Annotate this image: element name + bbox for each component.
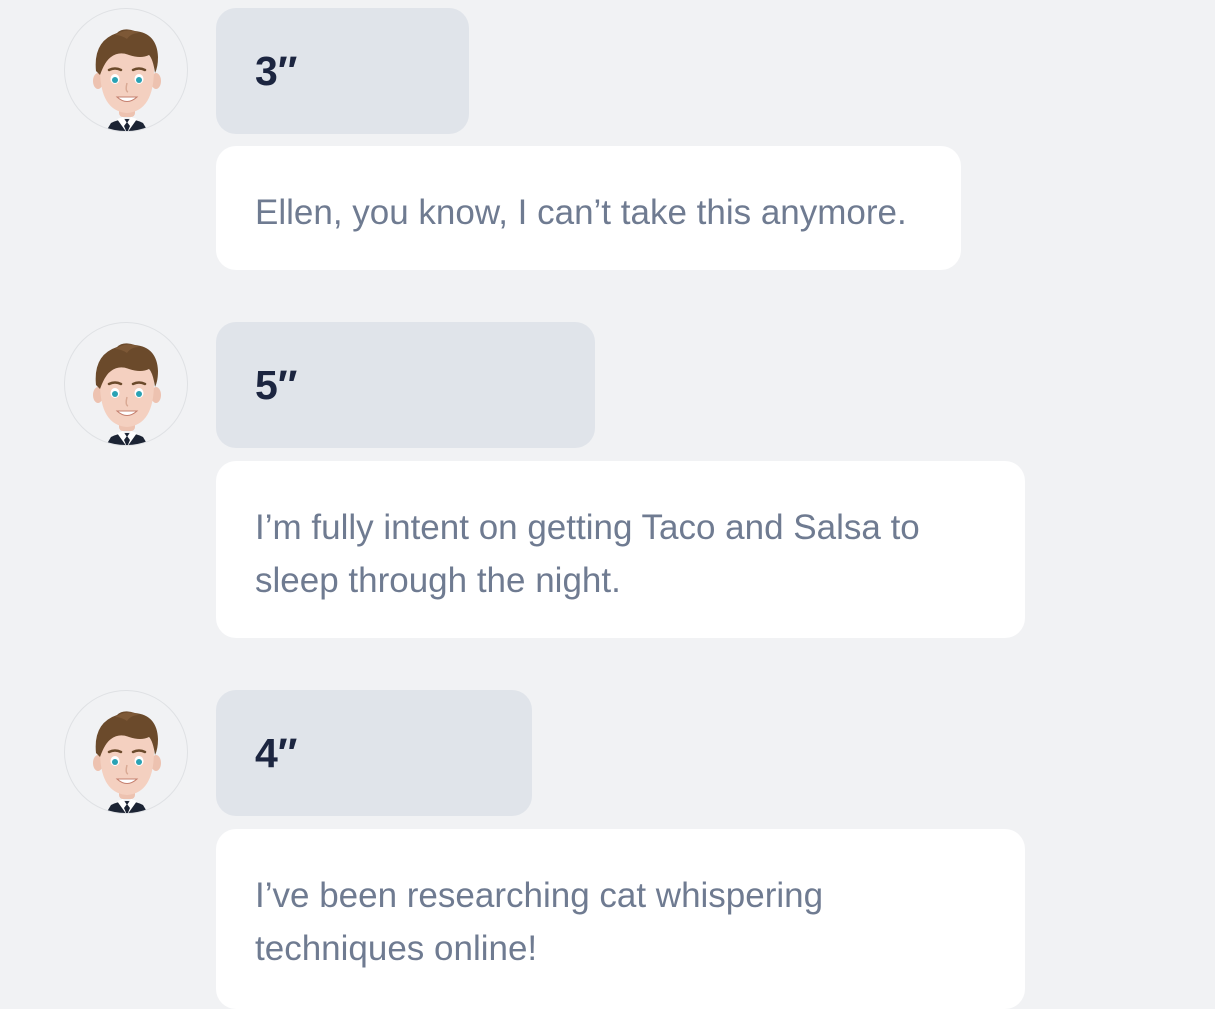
duration-label: 4″ [255, 729, 298, 776]
message-bubble: I’ve been researching cat whispering tec… [216, 829, 1025, 1009]
message-bubble: I’m fully intent on getting Taco and Sal… [216, 461, 1025, 638]
message-bubble: Ellen, you know, I can’t take this anymo… [216, 146, 961, 270]
boy-avatar-icon [64, 690, 188, 814]
voice-duration-bubble[interactable]: 4″ [216, 690, 532, 816]
duration-label: 5″ [255, 361, 298, 408]
boy-avatar-icon [64, 322, 188, 446]
voice-duration-bubble[interactable]: 5″ [216, 322, 595, 448]
duration-label: 3″ [255, 47, 298, 94]
boy-avatar-icon [64, 8, 188, 132]
message-text: I’ve been researching cat whispering tec… [255, 876, 824, 968]
voice-duration-bubble[interactable]: 3″ [216, 8, 469, 134]
message-text: I’m fully intent on getting Taco and Sal… [255, 508, 920, 600]
message-text: Ellen, you know, I can’t take this anymo… [255, 193, 907, 232]
